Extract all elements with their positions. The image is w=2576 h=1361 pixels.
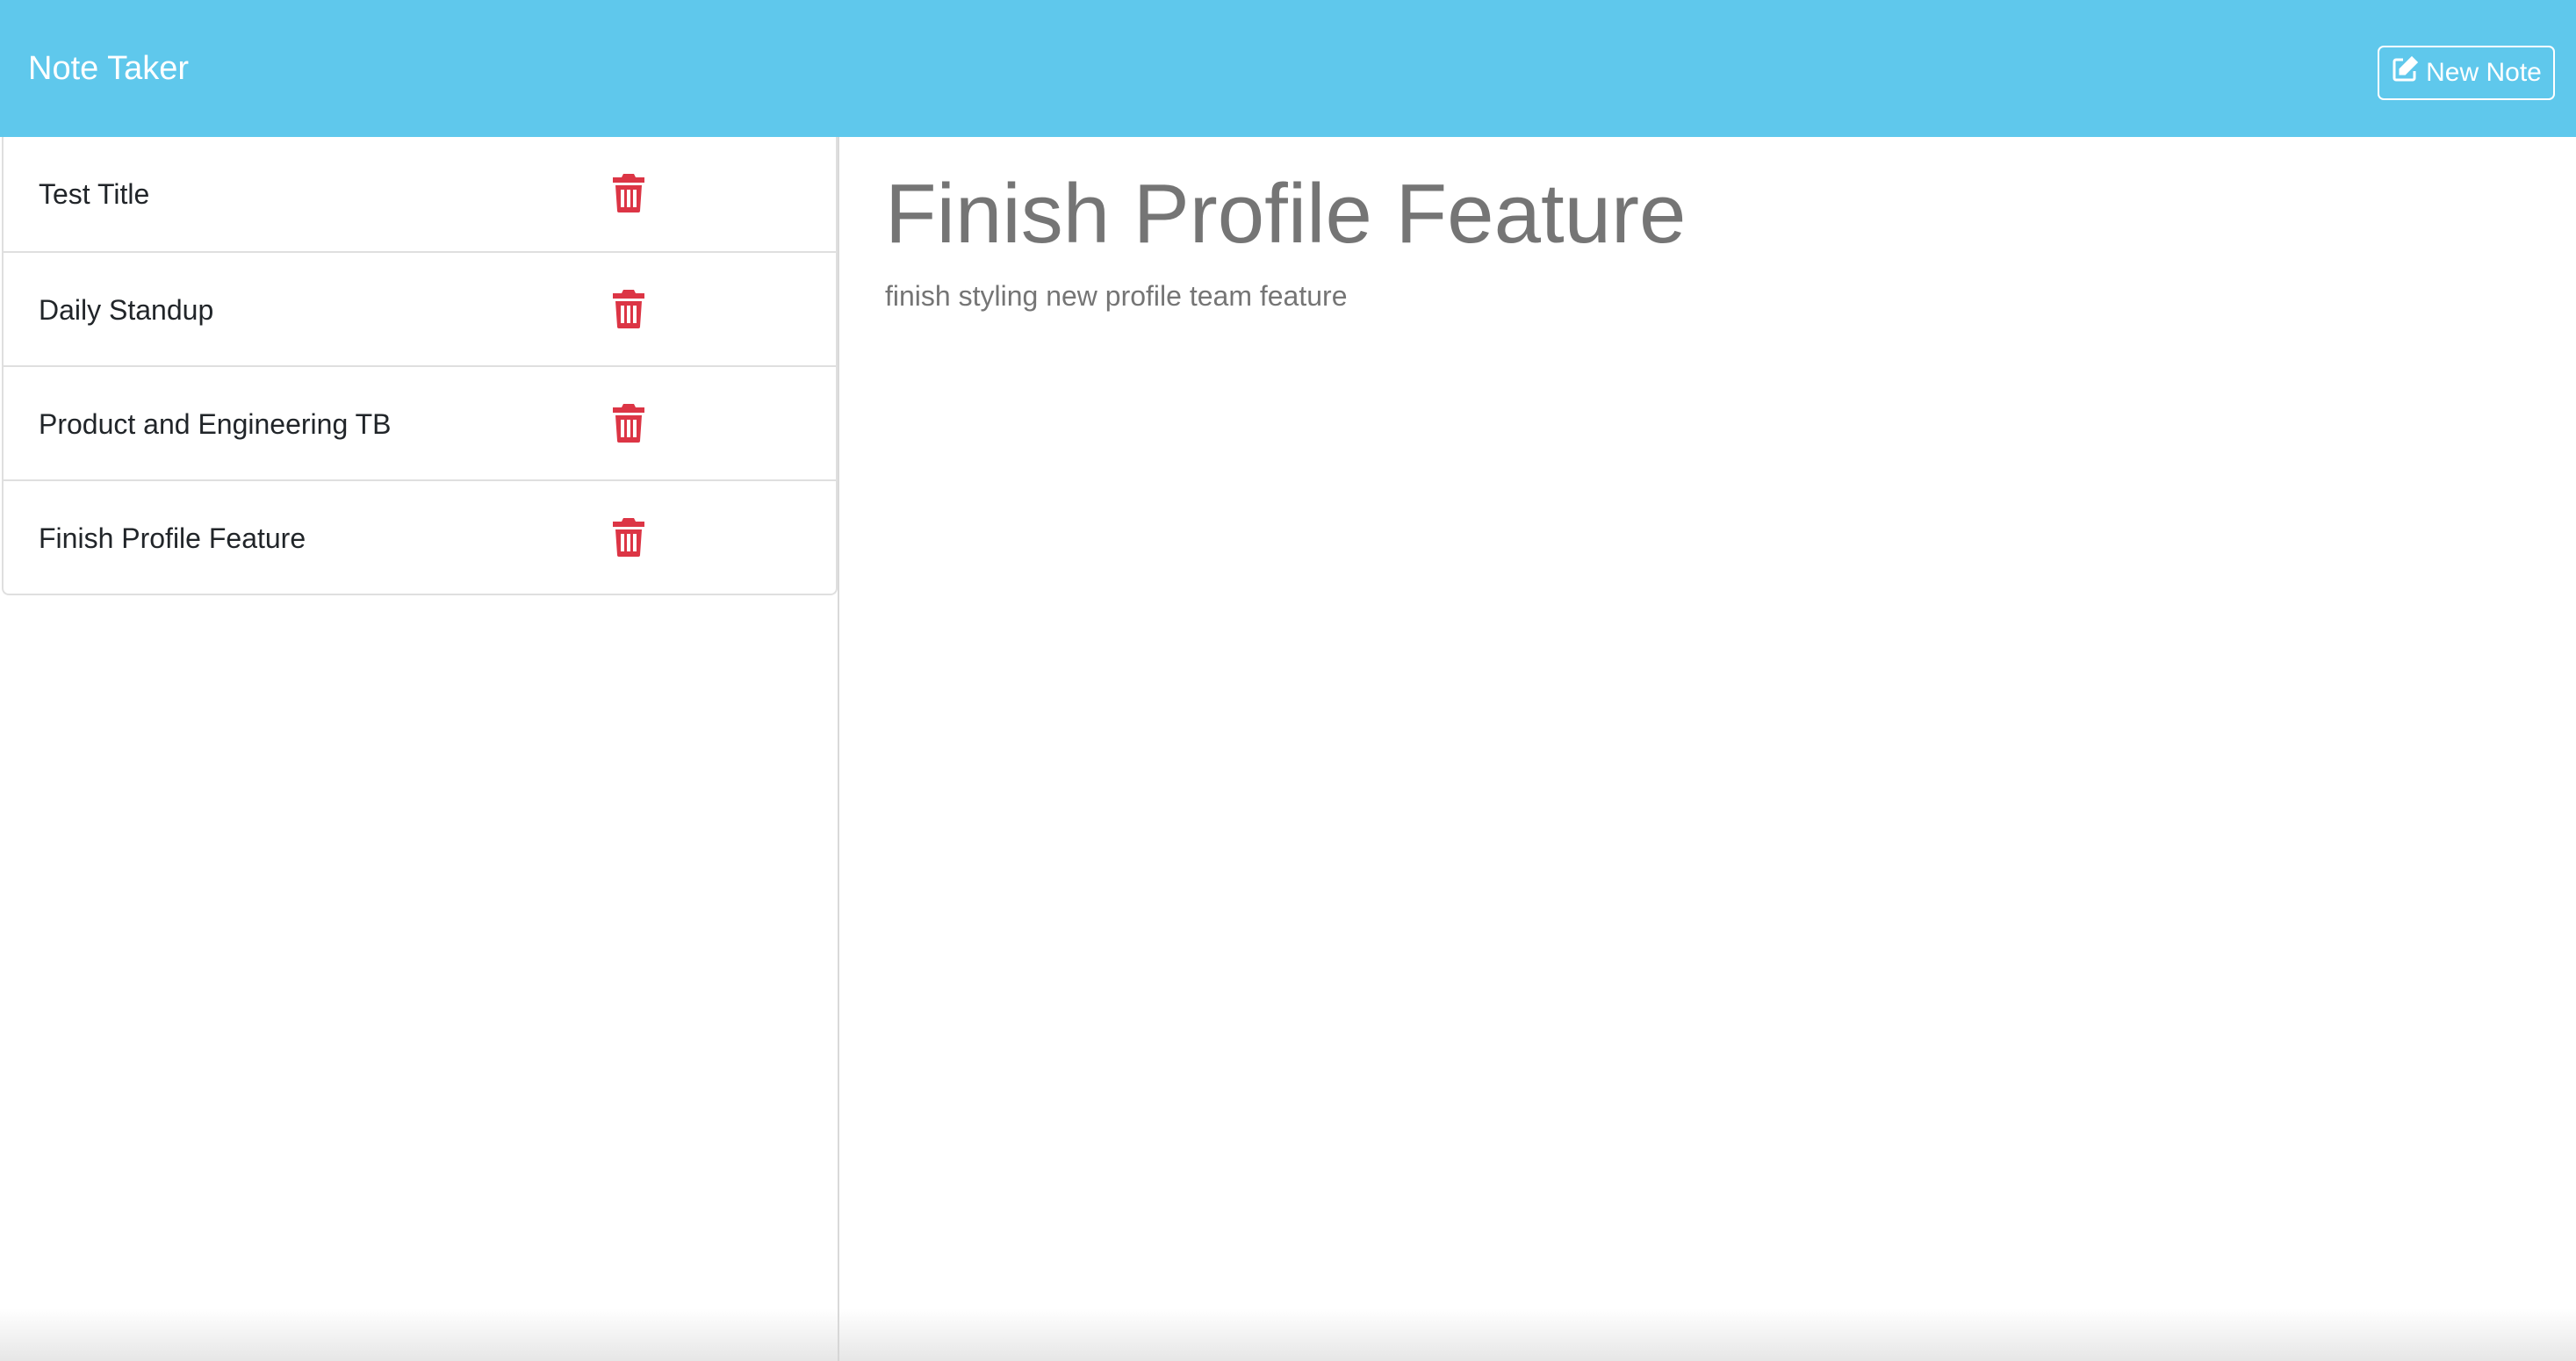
trash-icon[interactable] [613,404,644,443]
note-title[interactable]: Test Title [39,137,149,251]
trash-icon[interactable] [613,290,644,328]
list-item[interactable]: Finish Profile Feature [4,479,836,594]
note-title-heading[interactable]: Finish Profile Feature [885,162,1686,267]
new-note-button[interactable]: New Note [2378,46,2555,100]
app-title[interactable]: Note Taker [28,46,189,91]
notes-sidebar: Test Title Daily Standup Product and Eng… [0,137,839,1361]
note-title[interactable]: Product and Engineering TB [39,367,391,481]
note-list: Test Title Daily Standup Product and Eng… [2,137,838,595]
trash-icon[interactable] [613,518,644,557]
trash-icon[interactable] [613,174,644,212]
note-text[interactable]: finish styling new profile team feature [885,277,1347,314]
note-view: Finish Profile Feature finish styling ne… [841,137,2576,1361]
list-item[interactable]: Product and Engineering TB [4,365,836,479]
note-title[interactable]: Daily Standup [39,253,213,367]
edit-icon [2391,55,2419,90]
new-note-label: New Note [2426,58,2542,87]
note-title[interactable]: Finish Profile Feature [39,481,306,595]
list-item[interactable]: Daily Standup [4,251,836,365]
navbar: Note Taker New Note [0,0,2576,137]
list-item[interactable]: Test Title [4,137,836,251]
